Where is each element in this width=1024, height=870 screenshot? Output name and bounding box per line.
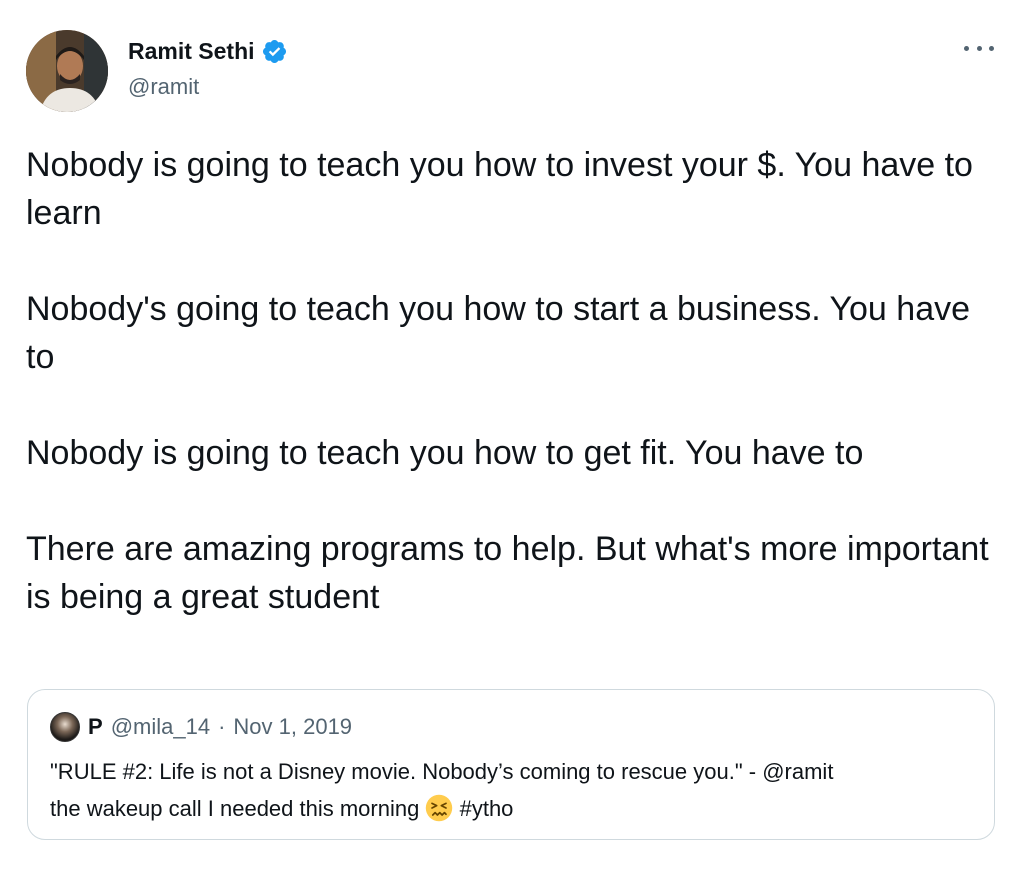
author-name-row: Ramit Sethi (128, 36, 288, 66)
quoted-author-handle: @mila_14 (110, 714, 211, 739)
quoted-tweet-date: Nov 1, 2019 (233, 714, 353, 739)
author-handle[interactable]: @ramit (128, 73, 199, 101)
tweet-text: Nobody is going to teach you how to inve… (26, 141, 996, 621)
dot (976, 45, 982, 51)
tweet: Ramit Sethi @ramit Nobody is going to te… (0, 0, 1024, 870)
dot (964, 45, 969, 51)
quoted-tweet-text: "RULE #2: Life is not a Disney movie. No… (50, 753, 980, 827)
author-name[interactable]: Ramit Sethi (128, 36, 255, 66)
confounded-face-emoji-icon (426, 794, 453, 822)
quoted-line: "RULE #2: Life is not a Disney movie. No… (50, 759, 834, 784)
verified-badge-icon (262, 39, 286, 63)
hashtag[interactable]: #ytho (460, 796, 514, 821)
separator-dot: · (218, 714, 226, 739)
avatar-photo (26, 30, 108, 112)
author-avatar[interactable] (26, 30, 108, 112)
tweet-paragraph: Nobody is going to teach you how to get … (26, 434, 864, 472)
quoted-tweet-card[interactable]: P @mila_14 · Nov 1, 2019 "RULE #2: Life … (27, 689, 995, 840)
quoted-tweet-header: P @mila_14 · Nov 1, 2019 (50, 712, 352, 742)
quoted-line: the wakeup call I needed this morning #y… (50, 790, 980, 827)
dot (989, 45, 994, 51)
more-options-icon[interactable] (964, 38, 994, 58)
quoted-line-text: the wakeup call I needed this morning (50, 796, 420, 821)
tweet-paragraph: There are amazing programs to help. But … (26, 530, 989, 616)
quoted-author-avatar (50, 712, 80, 742)
tweet-paragraph: Nobody's going to teach you how to start… (26, 290, 971, 376)
tweet-paragraph: Nobody is going to teach you how to inve… (26, 146, 973, 232)
quoted-author-name: P (88, 714, 103, 739)
